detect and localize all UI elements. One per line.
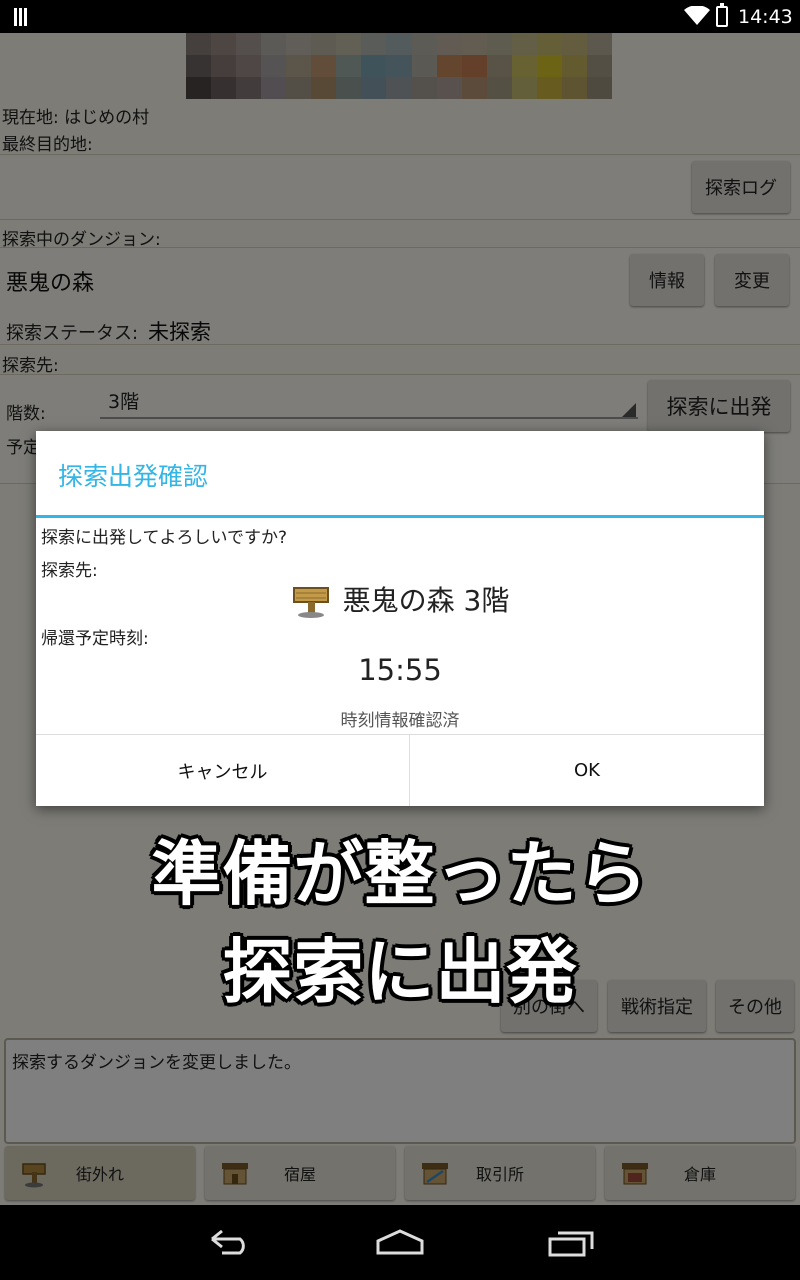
clock: 14:43	[738, 6, 793, 28]
status-bar: 14:43	[0, 0, 800, 33]
dialog-title: 探索出発確認	[58, 462, 209, 491]
dialog-question: 探索に出発してよろしいですか?	[41, 528, 288, 548]
recent-apps-icon[interactable]	[546, 1227, 596, 1257]
dialog-return-time-label: 帰還予定時刻:	[41, 629, 149, 649]
dialog-title-divider	[36, 515, 764, 518]
dialog-destination-value: 悪鬼の森 3階	[342, 584, 510, 617]
ok-button[interactable]: OK	[410, 735, 764, 806]
promo-caption-line-1: 準備が整ったら	[151, 833, 649, 915]
system-nav-bar	[0, 1205, 800, 1280]
dialog-time-confirmed-note: 時刻情報確認済	[340, 711, 460, 731]
notification-icon	[14, 8, 32, 26]
wifi-icon	[684, 6, 710, 25]
cancel-button[interactable]: キャンセル	[36, 735, 409, 806]
home-icon[interactable]	[374, 1227, 426, 1257]
dialog-destination-label: 探索先:	[41, 561, 98, 581]
back-icon[interactable]	[204, 1227, 254, 1257]
promo-caption-line-2: 探索に出発	[222, 931, 578, 1013]
battery-icon	[716, 3, 728, 27]
signpost-icon	[292, 587, 329, 618]
dialog-return-time-value: 15:55	[358, 653, 442, 687]
dialog-destination: 悪鬼の森 3階	[36, 579, 764, 619]
departure-confirm-dialog: 探索出発確認 探索に出発してよろしいですか? 探索先: 悪鬼の森 3階 帰還予定…	[36, 431, 764, 806]
